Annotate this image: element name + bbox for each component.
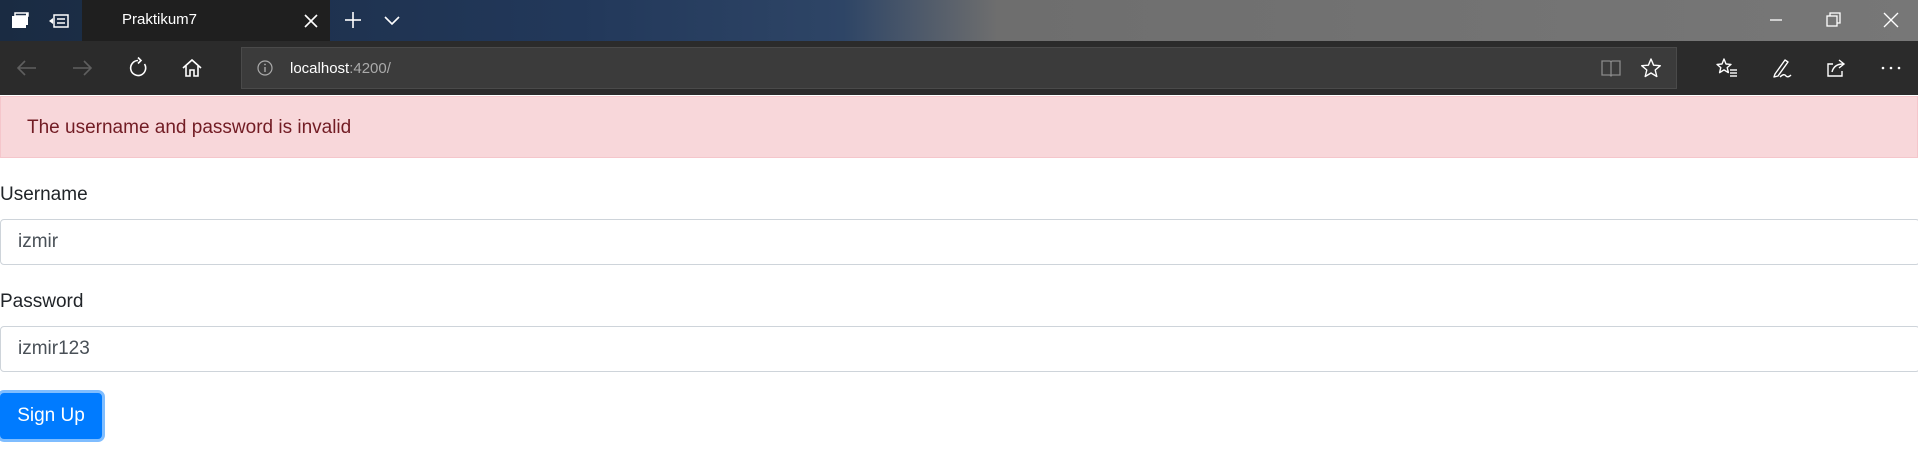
close-icon[interactable] — [300, 10, 322, 32]
back-arrow-icon[interactable] — [15, 56, 39, 80]
minimize-icon[interactable] — [1765, 9, 1787, 31]
tab-preview-icon[interactable] — [8, 9, 32, 33]
reading-view-icon[interactable] — [1600, 57, 1622, 79]
close-window-icon[interactable] — [1880, 9, 1902, 31]
tab-title: Praktikum7 — [122, 11, 198, 28]
username-input[interactable] — [0, 219, 1918, 265]
star-icon[interactable] — [1640, 57, 1662, 79]
more-icon[interactable] — [1879, 56, 1903, 80]
alert-message: The username and password is invalid — [27, 117, 352, 138]
password-input[interactable] — [0, 326, 1918, 372]
chevron-down-icon[interactable] — [381, 9, 403, 31]
favorites-icon[interactable] — [1715, 56, 1739, 80]
forward-arrow-icon[interactable] — [70, 56, 94, 80]
home-icon[interactable] — [180, 56, 204, 80]
password-label: Password — [0, 291, 84, 312]
share-icon[interactable] — [1824, 56, 1848, 80]
url-text[interactable]: localhost:4200/ — [290, 60, 391, 77]
sign-up-button[interactable]: Sign Up — [0, 393, 102, 439]
plus-icon[interactable] — [342, 9, 364, 31]
info-icon[interactable] — [256, 59, 274, 77]
restore-icon[interactable] — [1822, 9, 1844, 31]
set-aside-tabs-icon[interactable] — [47, 9, 71, 33]
error-alert: The username and password is invalid — [0, 96, 1918, 158]
browser-toolbar: localhost:4200/ — [0, 41, 1918, 95]
refresh-icon[interactable] — [126, 56, 150, 80]
username-label: Username — [0, 184, 88, 205]
url-path: :4200/ — [349, 60, 391, 77]
page-content: The username and password is invalid Use… — [0, 95, 1918, 472]
browser-title-bar: Praktikum7 — [0, 0, 1918, 41]
address-bar[interactable]: localhost:4200/ — [241, 47, 1677, 89]
pen-icon[interactable] — [1770, 56, 1794, 80]
url-host: localhost — [290, 60, 350, 77]
browser-tab[interactable]: Praktikum7 — [82, 0, 330, 41]
